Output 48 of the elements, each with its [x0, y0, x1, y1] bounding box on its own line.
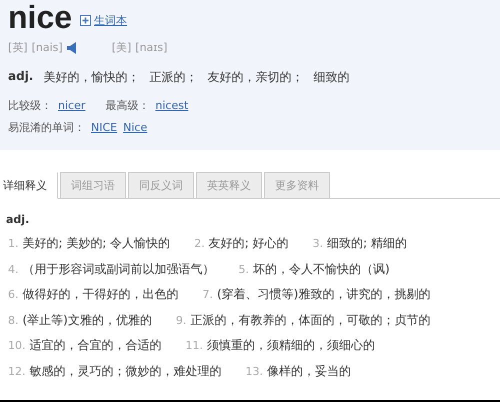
meaning-text: 美好的，愉快的；: [43, 69, 140, 86]
definition-number: 7.: [202, 287, 213, 303]
definition-number: 13.: [246, 364, 263, 380]
inflection-link[interactable]: nicest: [155, 99, 188, 112]
meaning-text: 正派的；: [149, 69, 198, 86]
definition-text: （用于形容词或副词前以加强语气）: [22, 260, 214, 278]
confusable-link[interactable]: NICE: [91, 121, 118, 134]
wordbook-link[interactable]: 生词本: [94, 12, 128, 28]
phonetic-text: [nais]: [32, 41, 63, 54]
definition-text: (穿着、习惯等)雅致的，讲究的，挑剔的: [217, 286, 430, 303]
definition-text: 敏感的，灵巧的；微妙的，难处理的: [30, 362, 222, 380]
definition-text: 坏的，令人不愉快的（讽): [253, 260, 390, 278]
definition-text: 正派的，有教养的，体面的，可敬的；贞节的: [190, 312, 430, 328]
meaning-text: 细致的: [313, 69, 350, 86]
definition-text: (举止等)文雅的，优雅的: [22, 312, 152, 328]
definition-text: 做得好的，干得好的，出色的: [22, 286, 178, 303]
inflection-label: 比较级：: [8, 98, 52, 113]
region-label: [英]: [8, 40, 28, 55]
inflection-link[interactable]: nicer: [58, 99, 86, 112]
definition-text: 细致的; 精细的: [327, 235, 407, 252]
part-of-speech: adj.: [8, 69, 34, 85]
confusable-link[interactable]: Nice: [123, 121, 148, 134]
definition-text: 须慎重的，须精细的，须细心的: [207, 337, 375, 354]
definition-text: 像样的，妥当的: [267, 362, 351, 380]
plus-icon[interactable]: [80, 14, 92, 26]
definition-number: 8.: [8, 312, 18, 328]
inflection-label: 最高级：: [105, 98, 150, 113]
definition-text: 美好的; 美妙的; 令人愉快的: [22, 235, 170, 252]
definition-number: 12.: [8, 364, 26, 380]
speaker-icon[interactable]: [66, 42, 76, 54]
definition-number: 10.: [8, 338, 26, 354]
definition-number: 6.: [8, 287, 18, 303]
definition-number: 3.: [312, 236, 324, 252]
definition-number: 1.: [8, 236, 18, 252]
definition-number: 2.: [194, 236, 205, 252]
definition-number: 4.: [8, 262, 18, 278]
region-label: [美]: [112, 40, 132, 55]
headword: nice: [8, 0, 72, 34]
definition-number: 11.: [186, 338, 203, 354]
phonetic-text: [naɪs]: [135, 41, 168, 54]
meaning-text: 友好的，亲切的；: [207, 69, 304, 86]
definition-number: 9.: [176, 312, 186, 328]
definition-number: 5.: [238, 262, 249, 278]
tab[interactable]: 详细释义: [0, 172, 58, 199]
confusables-label: 易混淆的单词：: [8, 120, 85, 135]
definition-text: 适宜的，合宜的，合适的: [30, 337, 162, 354]
definition-text: 友好的; 好心的: [208, 235, 289, 252]
part-of-speech: adj.: [6, 213, 30, 226]
